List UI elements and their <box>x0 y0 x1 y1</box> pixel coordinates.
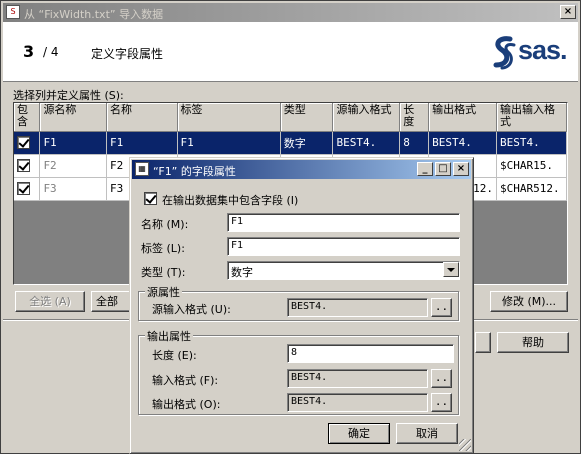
minimize-icon[interactable]: _ <box>417 162 433 176</box>
sas-logo-text: sas. <box>518 35 568 65</box>
include-field-label: 在输出数据集中包含字段 (I) <box>162 194 299 207</box>
include-checkbox[interactable] <box>17 136 30 150</box>
name-label: 名称 (M): <box>141 218 189 231</box>
output-format-field: BEST4. <box>287 393 428 412</box>
col-header-output-format[interactable]: 输出格式 <box>428 103 497 132</box>
step-title: 定义字段属性 <box>91 47 164 61</box>
input-format-label: 输入格式 (F): <box>152 374 219 387</box>
close-icon[interactable]: × <box>453 162 469 176</box>
col-header-length[interactable]: 长度 <box>399 103 430 132</box>
all-button[interactable]: 全部 <box>91 291 131 312</box>
input-format-field: BEST4. <box>287 369 428 388</box>
cell-type: 数字 <box>280 131 334 155</box>
src-format-label: 源输入格式 (U): <box>152 303 231 316</box>
resize-grip-icon[interactable] <box>459 439 471 451</box>
modify-button[interactable]: 修改 (M)... <box>490 291 568 312</box>
output-format-browse-button[interactable]: .. <box>431 393 452 412</box>
col-header-source-format[interactable]: 源输入格式 <box>332 103 401 132</box>
cancel-button[interactable]: 取消 <box>396 423 458 444</box>
wizard-header: 3 / 4 定义字段属性 sas. <box>3 22 578 82</box>
hidden-button-edge[interactable] <box>475 332 491 353</box>
src-format-field: BEST4. <box>287 298 428 317</box>
cell-in-format: $CHAR512. <box>496 177 567 201</box>
cell-source: F2 <box>39 154 107 178</box>
col-header-name[interactable]: 名称 <box>106 103 178 132</box>
include-checkbox[interactable] <box>17 159 30 173</box>
dialog-title: “F1” 的字段属性 <box>153 165 236 178</box>
close-icon[interactable]: × <box>560 5 576 19</box>
col-header-include[interactable]: 包含 <box>14 103 41 132</box>
col-header-type[interactable]: 类型 <box>280 103 334 132</box>
dialog-title-bar: ▦ “F1” 的字段属性 _ □ × <box>132 160 471 179</box>
type-dropdown-value: 数字 <box>231 266 253 279</box>
output-format-label: 输出格式 (O): <box>152 398 221 411</box>
maximize-icon[interactable]: □ <box>435 162 451 176</box>
cell-out-format: BEST4. <box>428 131 497 155</box>
table-row[interactable]: F1 F1 F1 数字 BEST4. 8 BEST4. BEST4. <box>14 131 567 155</box>
window-title: 从 “FixWidth.txt” 导入数据 <box>24 8 164 21</box>
src-format-browse-button[interactable]: .. <box>431 298 452 317</box>
source-group-title: 源属性 <box>145 284 182 300</box>
length-field[interactable]: 8 <box>287 344 454 363</box>
cell-source: F1 <box>39 131 107 155</box>
ok-button[interactable]: 确定 <box>328 423 390 444</box>
tag-field[interactable]: F1 <box>227 237 460 256</box>
sas-swirl-icon <box>493 36 516 70</box>
col-header-source-name[interactable]: 源名称 <box>39 103 107 132</box>
col-header-label[interactable]: 标签 <box>177 103 281 132</box>
length-label: 长度 (E): <box>152 349 197 362</box>
cell-in-format: $CHAR15. <box>496 154 567 178</box>
include-field-checkbox[interactable] <box>144 192 157 205</box>
select-all-button[interactable]: 全选 (A) <box>15 291 85 312</box>
input-format-browse-button[interactable]: .. <box>431 369 452 388</box>
cell-name: F1 <box>106 131 178 155</box>
type-dropdown[interactable]: 数字 <box>227 261 460 280</box>
cell-src-format: BEST4. <box>332 131 401 155</box>
help-button[interactable]: 帮助 <box>497 332 569 353</box>
main-title-bar: S 从 “FixWidth.txt” 导入数据 × <box>3 3 578 22</box>
output-group-title: 输出属性 <box>145 328 193 344</box>
dialog-icon: ▦ <box>135 162 149 176</box>
include-checkbox[interactable] <box>17 182 30 196</box>
step-number: 3 <box>23 42 35 61</box>
field-properties-dialog: ▦ “F1” 的字段属性 _ □ × 在输出数据集中包含字段 (I) 名称 (M… <box>129 157 474 454</box>
name-field[interactable]: F1 <box>227 213 460 232</box>
chevron-down-icon[interactable] <box>443 262 459 277</box>
sas-logo: sas. <box>490 35 572 71</box>
cell-length: 8 <box>399 131 430 155</box>
col-header-input-format[interactable]: 输出输入格式 <box>496 103 567 132</box>
cell-in-format: BEST4. <box>496 131 567 155</box>
grid-label: 选择列并定义属性 (S): <box>13 89 124 102</box>
tag-label: 标签 (L): <box>141 242 185 255</box>
grid-header-row: 包含 源名称 名称 标签 类型 源输入格式 长度 输出格式 输出输入格式 <box>14 103 567 132</box>
cell-source: F3 <box>39 177 107 201</box>
step-total: / 4 <box>43 45 59 59</box>
sas-app-icon: S <box>6 5 20 19</box>
type-label: 类型 (T): <box>141 266 186 279</box>
cell-label: F1 <box>177 131 281 155</box>
